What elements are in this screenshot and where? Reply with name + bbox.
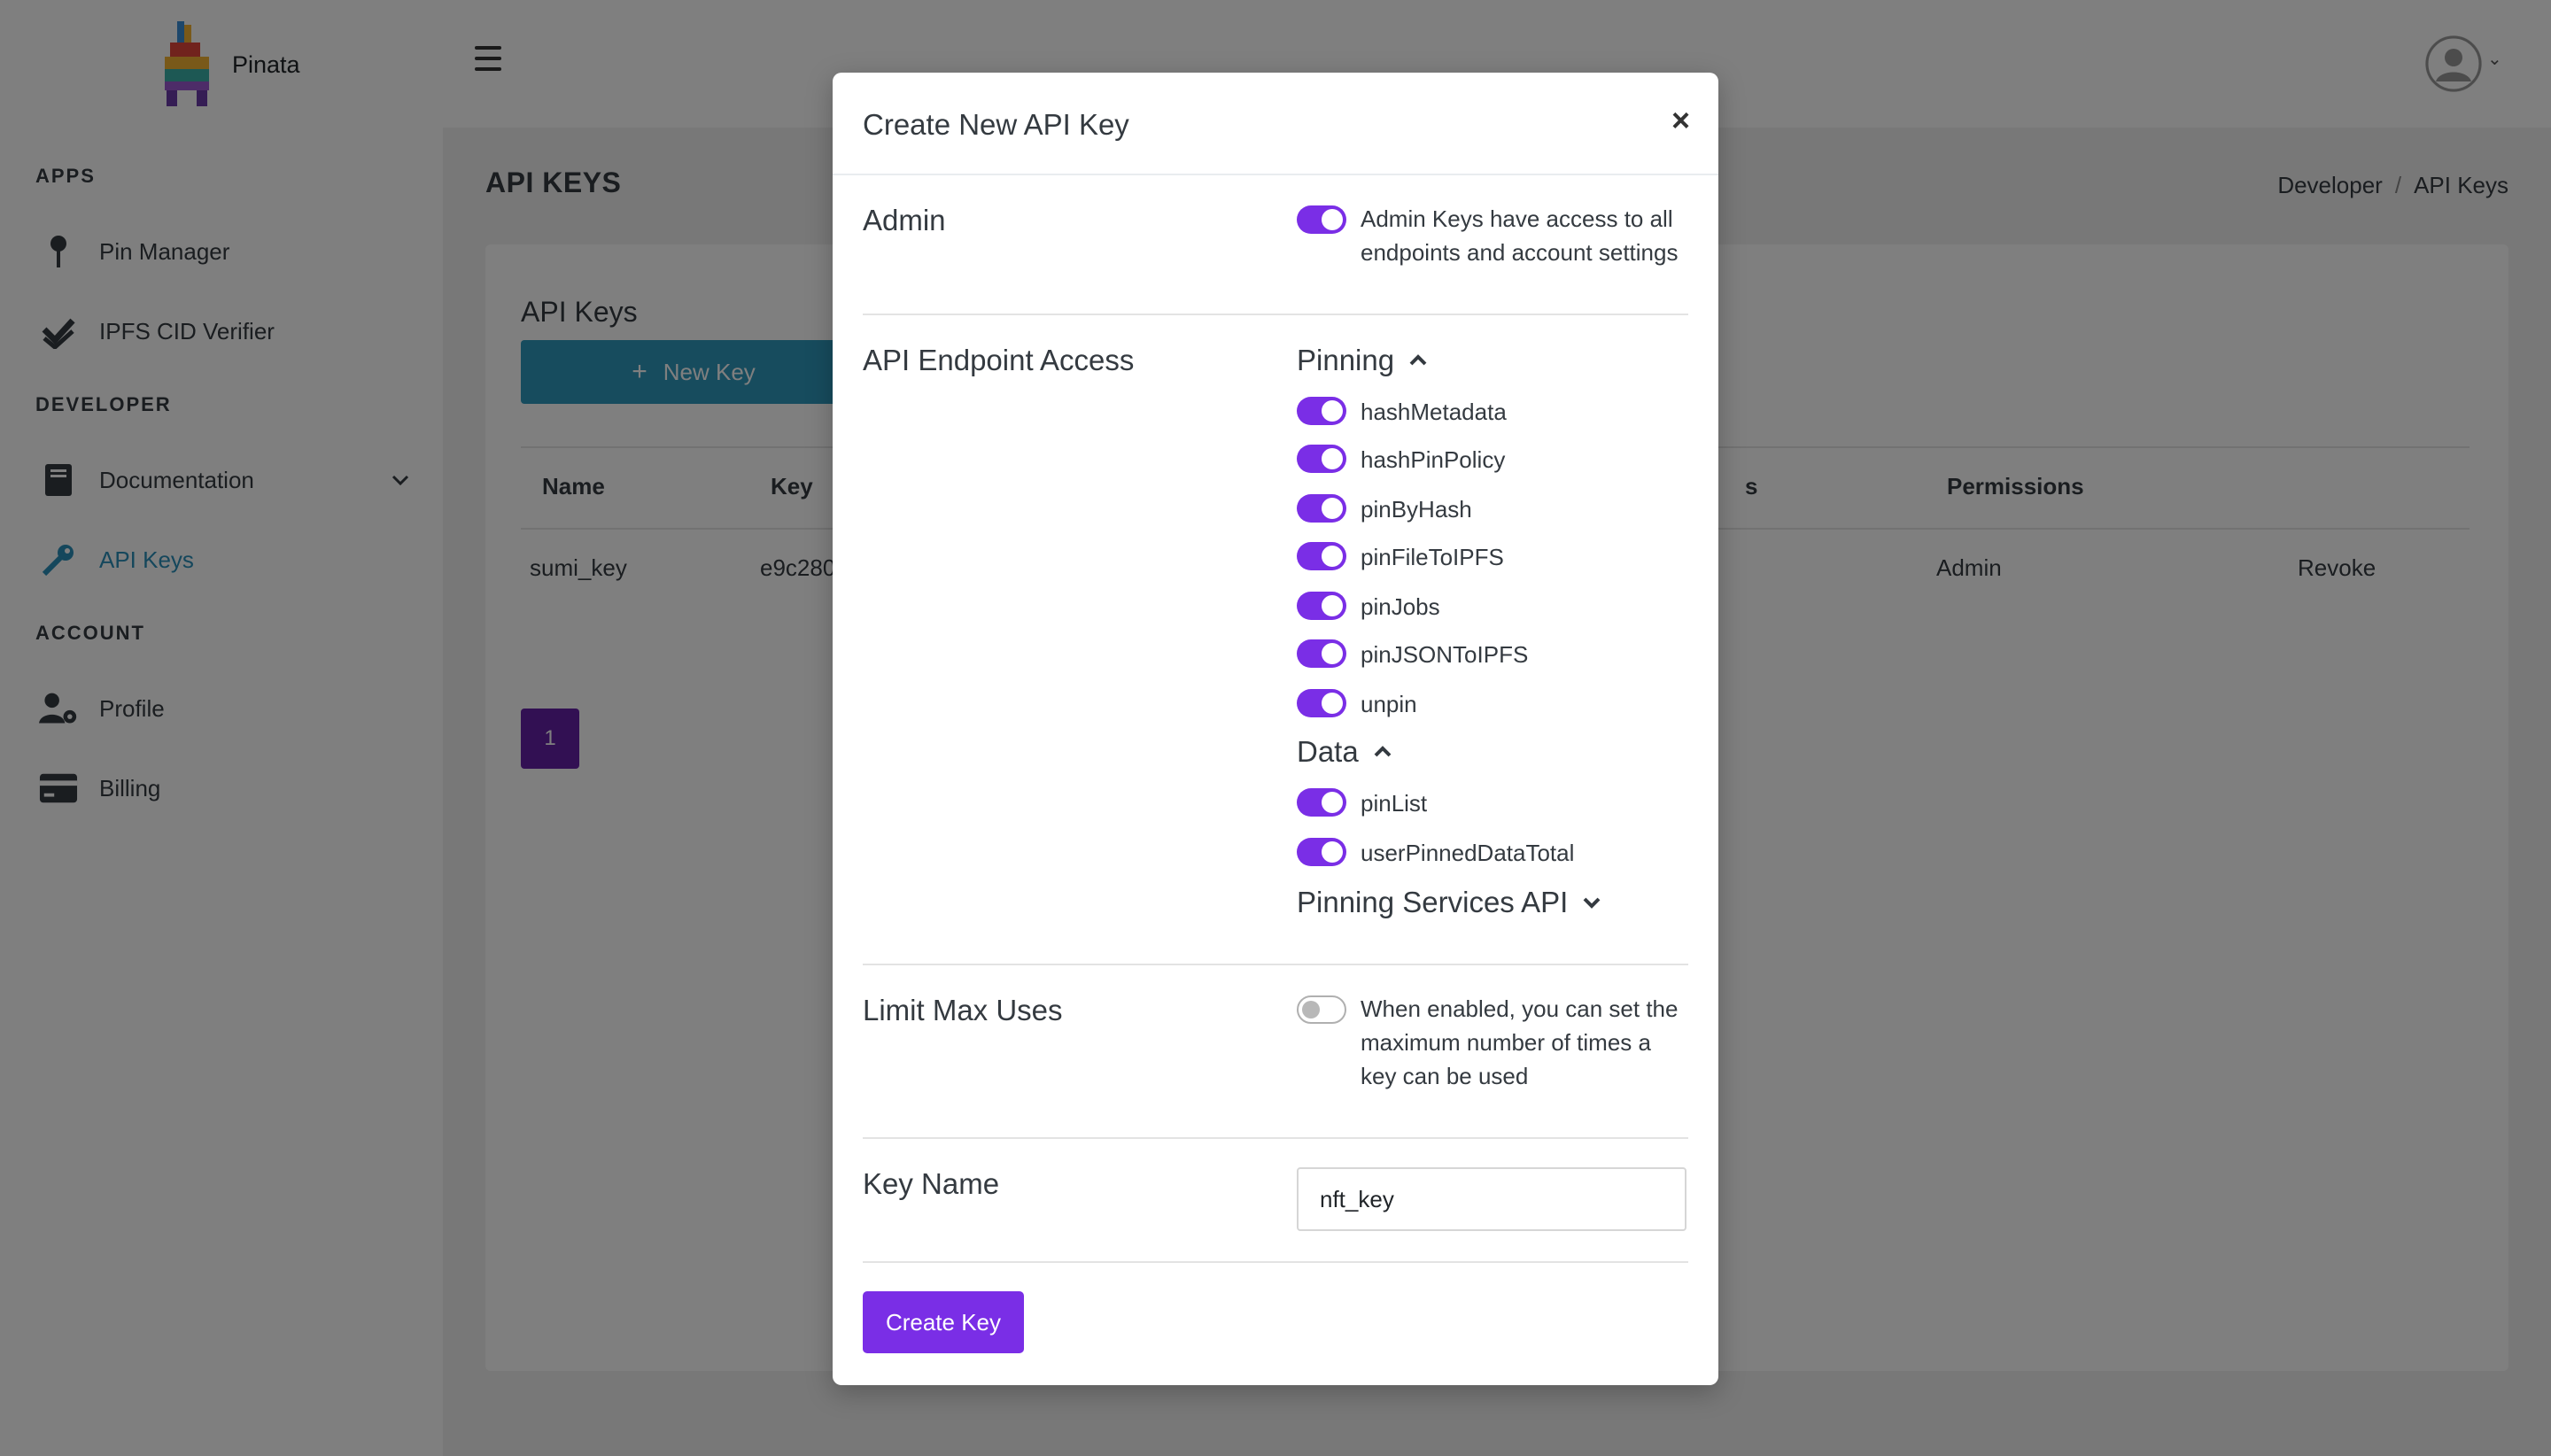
divider <box>863 964 1688 965</box>
chevron-up-icon <box>1409 354 1427 366</box>
limit-max-uses-description: When enabled, you can set the maximum nu… <box>1361 995 1679 1089</box>
admin-toggle[interactable] <box>1297 205 1346 234</box>
perm-label-pinByHash: pinByHash <box>1361 496 1472 523</box>
admin-description: Admin Keys have access to all endpoints … <box>1361 205 1679 266</box>
perm-label-userPinnedDataTotal: userPinnedDataTotal <box>1361 840 1575 866</box>
limit-max-uses-label: Limit Max Uses <box>863 994 1063 1026</box>
limit-max-uses-toggle[interactable] <box>1297 995 1346 1024</box>
group-data-toggle[interactable]: Data <box>1297 735 1392 769</box>
create-api-key-modal: Create New API Key × Admin Admin Keys ha… <box>833 73 1718 1385</box>
group-data-label: Data <box>1297 735 1359 768</box>
group-pinning-label: Pinning <box>1297 344 1395 376</box>
toggle-hashMetadata[interactable] <box>1297 397 1346 425</box>
key-name-input[interactable] <box>1297 1167 1686 1231</box>
perm-label-pinList: pinList <box>1361 790 1428 817</box>
endpoint-access-label: API Endpoint Access <box>863 344 1135 376</box>
group-pinning-toggle[interactable]: Pinning <box>1297 344 1428 377</box>
toggle-pinJSONToIPFS[interactable] <box>1297 639 1346 668</box>
admin-label: Admin <box>863 204 946 236</box>
chevron-up-icon <box>1374 746 1392 757</box>
toggle-userPinnedDataTotal[interactable] <box>1297 838 1346 866</box>
perm-label-hashPinPolicy: hashPinPolicy <box>1361 446 1506 473</box>
toggle-hashPinPolicy[interactable] <box>1297 445 1346 473</box>
toggle-pinJobs[interactable] <box>1297 592 1346 620</box>
divider <box>863 1261 1688 1263</box>
perm-label-pinJSONToIPFS: pinJSONToIPFS <box>1361 641 1529 668</box>
divider <box>863 1137 1688 1139</box>
close-icon[interactable]: × <box>1671 105 1690 136</box>
perm-label-unpin: unpin <box>1361 691 1417 717</box>
toggle-pinList[interactable] <box>1297 788 1346 817</box>
modal-title: Create New API Key <box>863 108 1129 141</box>
toggle-pinFileToIPFS[interactable] <box>1297 542 1346 570</box>
group-pinning-services-toggle[interactable]: Pinning Services API <box>1297 886 1601 919</box>
modal-header: Create New API Key × <box>833 73 1718 175</box>
key-name-label: Key Name <box>863 1167 1000 1200</box>
create-key-button[interactable]: Create Key <box>863 1291 1024 1353</box>
perm-label-hashMetadata: hashMetadata <box>1361 399 1507 425</box>
chevron-down-icon <box>1583 897 1601 909</box>
divider <box>863 314 1688 315</box>
perm-label-pinJobs: pinJobs <box>1361 593 1440 620</box>
toggle-unpin[interactable] <box>1297 689 1346 717</box>
toggle-pinByHash[interactable] <box>1297 494 1346 523</box>
group-pinning-services-label: Pinning Services API <box>1297 886 1569 918</box>
perm-label-pinFileToIPFS: pinFileToIPFS <box>1361 544 1504 570</box>
